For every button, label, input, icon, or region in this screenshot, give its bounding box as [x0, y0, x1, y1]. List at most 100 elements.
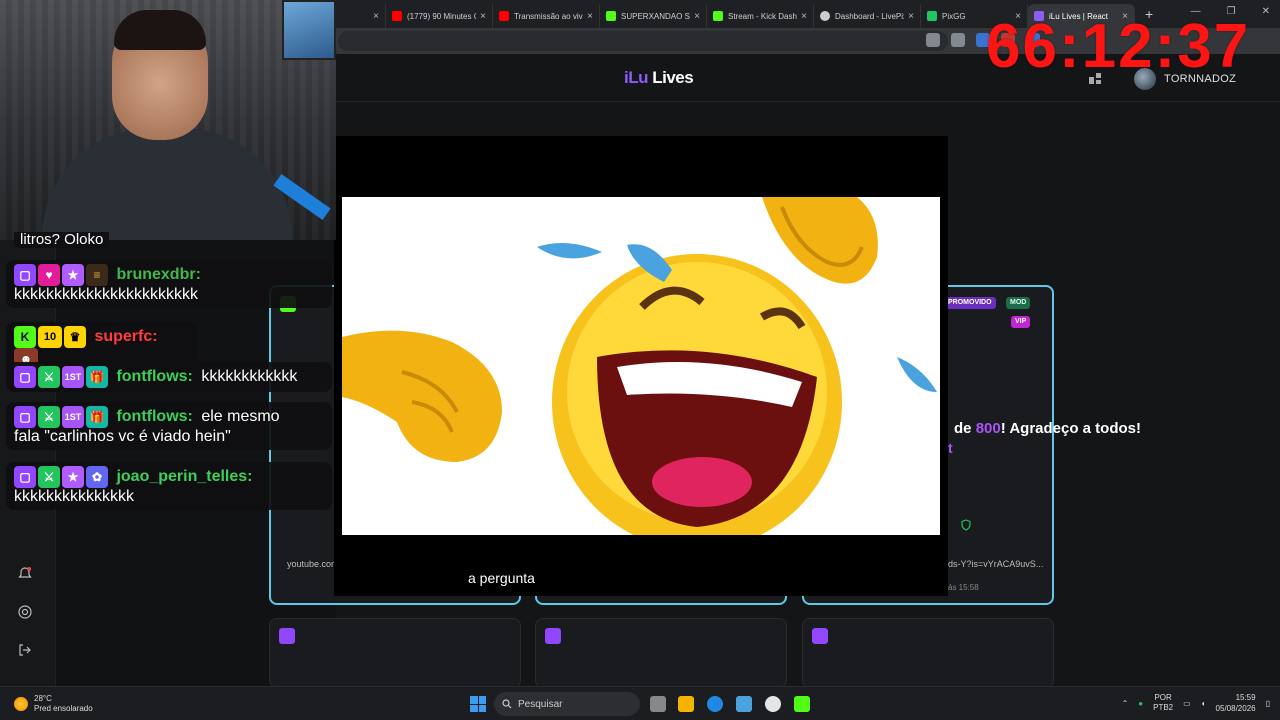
donation-message: de 800! Agradeço a todos!: [954, 420, 1141, 437]
tab-title: Transmissão ao vivo: [514, 11, 584, 21]
photos-icon[interactable]: [736, 696, 752, 712]
sword-icon: ⚔: [38, 406, 60, 428]
twitch-icon: ▢: [14, 406, 36, 428]
incognito-icon[interactable]: [951, 33, 965, 47]
site-logo[interactable]: iLu Lives: [624, 68, 694, 88]
browser-tab[interactable]: SUPERXANDAO Str ×: [600, 4, 707, 28]
close-icon[interactable]: ×: [801, 11, 807, 22]
sun-icon: [14, 697, 28, 711]
close-icon[interactable]: ×: [587, 11, 593, 22]
stream-card[interactable]: [535, 618, 787, 688]
chat-message: ▢ ⚔ ★ ✿ joao_perin_telles: kkkkkkkkkkkkk…: [6, 462, 332, 510]
chat-message: ▢ ♥ ★ ≡ brunexdbr: kkkkkkkkkkkkkkkkkkkkk…: [6, 260, 332, 308]
chat-username[interactable]: joao_perin_telles:: [116, 468, 252, 485]
chat-text: kkkkkkkkkkkk: [201, 368, 298, 386]
system-tray: ⌃ ● POR PTB2 ▭ ◖ 15:59 05/08/2026 ▯: [1122, 692, 1270, 714]
chat-badges: K 10 ♛: [14, 326, 86, 348]
shield-icon: [961, 519, 971, 531]
close-icon[interactable]: ×: [480, 11, 486, 22]
chat-username[interactable]: brunexdbr:: [116, 266, 200, 283]
close-icon[interactable]: ×: [694, 11, 700, 22]
lang-code: POR: [1154, 693, 1172, 702]
crown-icon: ♛: [64, 326, 86, 348]
tab-title: SUPERXANDAO Str: [621, 11, 691, 21]
chat-message: ▢ ⚔ 1ST 🎁 fontflows: ele mesmo fala "car…: [6, 402, 332, 450]
file-explorer-icon[interactable]: [678, 696, 694, 712]
sub-months-badge: 10: [38, 326, 62, 348]
browser-tab[interactable]: (1779) 90 Minutes C ×: [386, 4, 493, 28]
url-input[interactable]: [338, 31, 948, 51]
first-badge: 1ST: [62, 406, 84, 428]
browser-tab[interactable]: ×: [336, 4, 386, 28]
chat-message-fragment: litros? Oloko: [14, 232, 110, 248]
close-window-button[interactable]: ✕: [1262, 6, 1270, 17]
donation-fragment: t: [948, 440, 953, 456]
star-icon: ★: [62, 264, 84, 286]
train-icon: ≡: [86, 264, 108, 286]
chat-text-line2: fala "carlinhos vc é viado hein": [14, 428, 231, 445]
stream-card[interactable]: [802, 618, 1054, 688]
gift-icon: 🎁: [86, 406, 108, 428]
chat-username[interactable]: fontflows:: [116, 368, 192, 385]
donation-amount: 800: [975, 420, 1001, 437]
youtube-icon: [392, 11, 402, 21]
twitch-icon: [279, 628, 295, 644]
app-icon[interactable]: [794, 696, 810, 712]
close-icon[interactable]: ×: [373, 11, 379, 22]
taskbar-search[interactable]: Pesquisar: [494, 692, 640, 716]
mod-badge: MOD: [1006, 297, 1031, 309]
thanks-prefix: de: [954, 420, 976, 437]
pixgg-icon: [927, 11, 937, 21]
chat-username[interactable]: superfc:: [94, 328, 157, 345]
thanks-suffix: ! Agradeço a todos!: [1000, 420, 1142, 437]
tab-title: Dashboard - LivePix: [835, 11, 905, 21]
search-icon: [502, 699, 512, 709]
card-link[interactable]: youtube.com: [287, 559, 339, 569]
language-indicator[interactable]: POR PTB2: [1153, 693, 1173, 713]
video-caption: a pergunta: [468, 570, 535, 586]
twitch-icon: [545, 628, 561, 644]
browser-tab[interactable]: Transmissão ao vivo ×: [493, 4, 600, 28]
notification-icon[interactable]: ▯: [1266, 699, 1270, 708]
clock[interactable]: 15:59 05/08/2026: [1216, 692, 1256, 714]
video-frame: [342, 197, 940, 535]
webcam-poster: [282, 0, 336, 60]
vip-badge: VIP: [1011, 316, 1031, 328]
browser-tab[interactable]: Stream - Kick Dashb ×: [707, 4, 814, 28]
webcam-overlay: [0, 0, 336, 240]
windows-start-icon[interactable]: [470, 696, 486, 712]
logout-icon[interactable]: [17, 642, 33, 658]
screen: × (1779) 90 Minutes C × Transmissão ao v…: [0, 0, 1280, 720]
first-badge: 1ST: [62, 366, 84, 388]
weather-desc: Pred ensolarado: [34, 704, 93, 713]
edge-icon[interactable]: [707, 696, 723, 712]
kick-icon: K: [14, 326, 36, 348]
support-icon[interactable]: [17, 604, 33, 620]
card-link[interactable]: ds-Y?is=vYrACA9uvS...: [948, 559, 1043, 569]
keyboard-layout: PTB2: [1153, 703, 1174, 712]
chat-username[interactable]: fontflows:: [116, 408, 192, 425]
star-icon: ★: [62, 466, 84, 488]
chat-text: kkkkkkkkkkkkkkkkkkkkkkk: [14, 286, 198, 303]
bell-icon[interactable]: [17, 566, 33, 582]
task-view-icon[interactable]: [650, 696, 666, 712]
twitch-icon: ▢: [14, 366, 36, 388]
chrome-icon[interactable]: [765, 696, 781, 712]
weather-widget[interactable]: 28°C Pred ensolarado: [14, 694, 93, 714]
microphone-icon[interactable]: ●: [1138, 699, 1143, 708]
sword-icon: ⚔: [38, 366, 60, 388]
volume-icon[interactable]: ◖: [1201, 699, 1206, 708]
chevron-up-icon[interactable]: ⌃: [1122, 699, 1129, 708]
network-icon[interactable]: ▭: [1183, 699, 1191, 708]
browser-tab[interactable]: Dashboard - LivePix ×: [814, 4, 921, 28]
kick-icon: [606, 11, 616, 21]
clock-date: 05/08/2026: [1215, 704, 1256, 713]
webcam-streamer-hair: [114, 10, 206, 50]
chat-message: ▢ ⚔ 1ST 🎁 fontflows: kkkkkkkkkkkk: [6, 362, 332, 392]
video-player[interactable]: a pergunta: [334, 136, 948, 596]
stream-card[interactable]: [269, 618, 521, 688]
sword-icon: ⚔: [38, 466, 60, 488]
promoted-badge: PROMOVIDO: [944, 297, 996, 309]
star-icon[interactable]: [926, 33, 940, 47]
close-icon[interactable]: ×: [908, 11, 914, 22]
